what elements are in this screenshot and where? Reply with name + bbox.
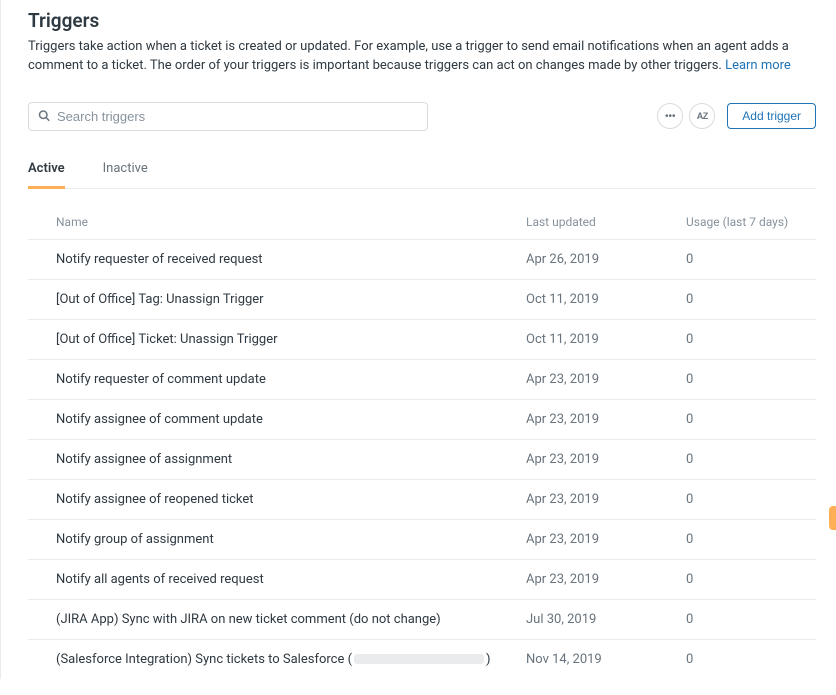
table-row[interactable]: Notify all agents of received requestApr… — [28, 559, 816, 599]
trigger-name: (Salesforce Integration) Sync tickets to… — [56, 652, 526, 667]
page-title: Triggers — [28, 9, 816, 32]
trigger-updated: Apr 23, 2019 — [526, 572, 686, 587]
table-row[interactable]: Notify requester of comment updateApr 23… — [28, 359, 816, 399]
trigger-name: Notify assignee of comment update — [56, 412, 526, 427]
trigger-usage: 0 — [686, 332, 816, 347]
col-usage[interactable]: Usage (last 7 days) — [686, 215, 816, 229]
scroll-indicator — [829, 506, 836, 530]
trigger-usage: 0 — [686, 372, 816, 387]
redacted-text — [354, 654, 484, 664]
table-row[interactable]: Notify assignee of reopened ticketApr 23… — [28, 479, 816, 519]
ellipsis-icon: ••• — [665, 111, 676, 122]
sort-button[interactable]: AZ — [689, 103, 715, 129]
trigger-usage: 0 — [686, 252, 816, 267]
trigger-updated: Apr 26, 2019 — [526, 252, 686, 267]
trigger-name: Notify assignee of reopened ticket — [56, 492, 526, 507]
tab-inactive[interactable]: Inactive — [103, 161, 148, 188]
trigger-updated: Apr 23, 2019 — [526, 412, 686, 427]
trigger-name: (JIRA App) Sync with JIRA on new ticket … — [56, 612, 526, 627]
triggers-table: Name Last updated Usage (last 7 days) No… — [28, 215, 816, 679]
col-name[interactable]: Name — [56, 215, 526, 229]
table-row[interactable]: [Out of Office] Tag: Unassign TriggerOct… — [28, 279, 816, 319]
trigger-updated: Oct 11, 2019 — [526, 332, 686, 347]
trigger-updated: Apr 23, 2019 — [526, 492, 686, 507]
trigger-usage: 0 — [686, 492, 816, 507]
add-trigger-button[interactable]: Add trigger — [727, 103, 816, 129]
search-input[interactable] — [28, 102, 428, 131]
trigger-name: [Out of Office] Tag: Unassign Trigger — [56, 292, 526, 307]
table-row[interactable]: [Out of Office] Ticket: Unassign Trigger… — [28, 319, 816, 359]
trigger-name: Notify group of assignment — [56, 532, 526, 547]
trigger-usage: 0 — [686, 532, 816, 547]
trigger-updated: Apr 23, 2019 — [526, 372, 686, 387]
learn-more-link[interactable]: Learn more — [725, 58, 791, 73]
table-row[interactable]: Notify assignee of comment updateApr 23,… — [28, 399, 816, 439]
trigger-name: Notify all agents of received request — [56, 572, 526, 587]
trigger-usage: 0 — [686, 652, 816, 667]
trigger-name: Notify requester of received request — [56, 252, 526, 267]
trigger-updated: Jul 30, 2019 — [526, 612, 686, 627]
table-row[interactable]: (JIRA App) Sync with JIRA on new ticket … — [28, 599, 816, 639]
description-text: Triggers take action when a ticket is cr… — [28, 39, 789, 73]
search-field — [28, 102, 428, 131]
trigger-usage: 0 — [686, 612, 816, 627]
col-updated[interactable]: Last updated — [526, 215, 686, 229]
trigger-updated: Apr 23, 2019 — [526, 452, 686, 467]
trigger-updated: Oct 11, 2019 — [526, 292, 686, 307]
table-row[interactable]: (Salesforce Integration) Sync tickets to… — [28, 639, 816, 679]
trigger-usage: 0 — [686, 572, 816, 587]
table-row[interactable]: Notify assignee of assignmentApr 23, 201… — [28, 439, 816, 479]
trigger-name: Notify requester of comment update — [56, 372, 526, 387]
trigger-updated: Nov 14, 2019 — [526, 652, 686, 667]
trigger-name: Notify assignee of assignment — [56, 452, 526, 467]
page-description: Triggers take action when a ticket is cr… — [28, 38, 808, 76]
more-options-button[interactable]: ••• — [657, 103, 683, 129]
trigger-usage: 0 — [686, 452, 816, 467]
trigger-name: [Out of Office] Ticket: Unassign Trigger — [56, 332, 526, 347]
table-row[interactable]: Notify requester of received requestApr … — [28, 239, 816, 279]
table-header: Name Last updated Usage (last 7 days) — [28, 215, 816, 239]
trigger-updated: Apr 23, 2019 — [526, 532, 686, 547]
sort-az-icon: AZ — [697, 111, 708, 121]
tabs: Active Inactive — [28, 161, 816, 189]
tab-active[interactable]: Active — [28, 161, 65, 189]
table-row[interactable]: Notify group of assignmentApr 23, 20190 — [28, 519, 816, 559]
trigger-usage: 0 — [686, 292, 816, 307]
trigger-usage: 0 — [686, 412, 816, 427]
